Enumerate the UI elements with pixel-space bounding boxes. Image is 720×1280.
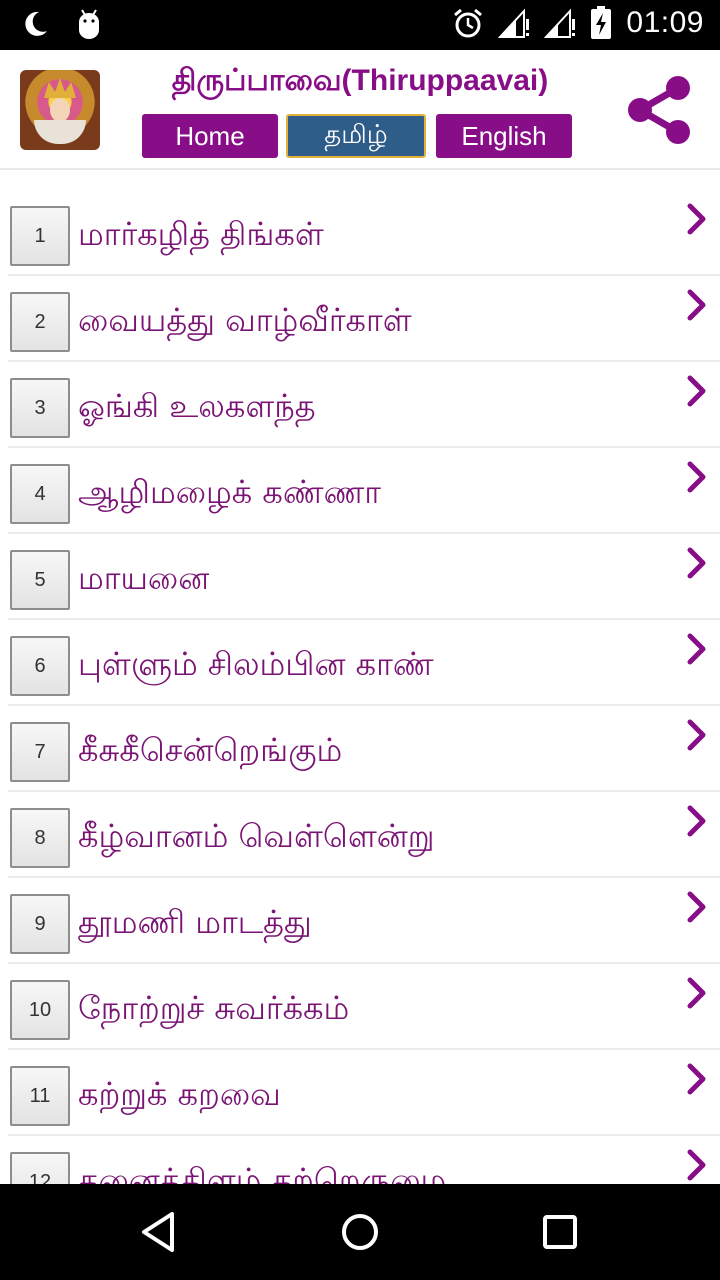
chevron-right-icon[interactable]: [684, 632, 710, 666]
tab-tamil[interactable]: தமிழ்: [286, 114, 426, 158]
item-title: ஆழிமழைக் கண்ணா: [78, 473, 382, 511]
item-number: 7: [10, 722, 70, 782]
item-title: நோற்றுச் சுவர்க்கம்: [78, 989, 350, 1027]
item-title: கீழ்வானம் வெள்ளென்று: [78, 817, 435, 855]
chevron-right-icon[interactable]: [684, 1148, 710, 1182]
item-number: 8: [10, 808, 70, 868]
chevron-right-icon[interactable]: [684, 288, 710, 322]
item-number: 1: [10, 206, 70, 266]
item-title: தூமணி மாடத்து: [78, 903, 312, 941]
item-number: 6: [10, 636, 70, 696]
battery-charging-icon: [591, 6, 612, 39]
app-content: திருப்பாவை(Thiruppaavai) Home தமிழ் Engl…: [0, 50, 720, 1184]
chevron-right-icon[interactable]: [684, 804, 710, 838]
status-time: 01:09: [626, 6, 704, 39]
signal-no-data-icon: [498, 8, 530, 38]
list-item[interactable]: 7 கீசுகீசென்றெங்கும்: [0, 706, 720, 792]
chevron-right-icon[interactable]: [684, 976, 710, 1010]
item-title: கீசுகீசென்றெங்கும்: [78, 731, 343, 769]
item-number: 10: [10, 980, 70, 1040]
list-item[interactable]: 8 கீழ்வானம் வெள்ளென்று: [0, 792, 720, 878]
item-number: 4: [10, 464, 70, 524]
item-title: கனைத்திளம் கற்றெருமை: [78, 1161, 447, 1184]
item-number: 9: [10, 894, 70, 954]
navigation-bar: [0, 1184, 720, 1280]
chevron-right-icon[interactable]: [684, 1062, 710, 1096]
chevron-right-icon[interactable]: [684, 546, 710, 580]
share-icon[interactable]: [622, 72, 698, 148]
alarm-icon: [454, 8, 483, 38]
chevron-right-icon[interactable]: [684, 202, 710, 236]
item-number: 12: [10, 1152, 70, 1184]
tab-english[interactable]: English: [436, 114, 572, 158]
recents-icon[interactable]: [536, 1208, 584, 1256]
home-icon[interactable]: [336, 1208, 384, 1256]
pasuram-list: 1 மார்கழித் திங்கள் 2 வையத்து வாழ்வீர்காள் 3…: [0, 190, 720, 1184]
item-number: 11: [10, 1066, 70, 1126]
item-number: 3: [10, 378, 70, 438]
item-title: மாயனை: [78, 559, 210, 597]
item-title: வையத்து வாழ்வீர்காள்: [78, 301, 412, 339]
item-title: புள்ளும் சிலம்பின காண்: [78, 645, 434, 683]
item-title: மார்கழித் திங்கள்: [78, 215, 324, 253]
chevron-right-icon[interactable]: [684, 718, 710, 752]
list-item[interactable]: 2 வையத்து வாழ்வீர்காள்: [0, 276, 720, 362]
tab-home[interactable]: Home: [142, 114, 278, 158]
item-title: ஓங்கி உலகளந்த: [78, 387, 316, 425]
list-item[interactable]: 9 தூமணி மாடத்து: [0, 878, 720, 964]
deity-image: [20, 70, 100, 150]
back-icon[interactable]: [136, 1208, 184, 1256]
app-header: திருப்பாவை(Thiruppaavai) Home தமிழ் Engl…: [0, 50, 720, 170]
list-item[interactable]: 10 நோற்றுச் சுவர்க்கம்: [0, 964, 720, 1050]
moon-icon: [25, 11, 47, 36]
list-item[interactable]: 11 கற்றுக் கறவை: [0, 1050, 720, 1136]
status-bar: 01:09: [0, 0, 720, 50]
list-item[interactable]: 5 மாயனை: [0, 534, 720, 620]
list-item[interactable]: 6 புள்ளும் சிலம்பின காண்: [0, 620, 720, 706]
chevron-right-icon[interactable]: [684, 374, 710, 408]
list-item[interactable]: 4 ஆழிமழைக் கண்ணா: [0, 448, 720, 534]
chevron-right-icon[interactable]: [684, 890, 710, 924]
item-number: 2: [10, 292, 70, 352]
item-number: 5: [10, 550, 70, 610]
chevron-right-icon[interactable]: [684, 460, 710, 494]
list-item[interactable]: 12 கனைத்திளம் கற்றெருமை: [0, 1136, 720, 1184]
list-item[interactable]: 3 ஓங்கி உலகளந்த: [0, 362, 720, 448]
item-title: கற்றுக் கறவை: [78, 1075, 281, 1113]
page-title: திருப்பாவை(Thiruppaavai): [171, 64, 549, 97]
list-item[interactable]: 1 மார்கழித் திங்கள்: [0, 190, 720, 276]
android-debug-icon: [79, 9, 99, 39]
signal-no-data-icon: [544, 8, 576, 38]
